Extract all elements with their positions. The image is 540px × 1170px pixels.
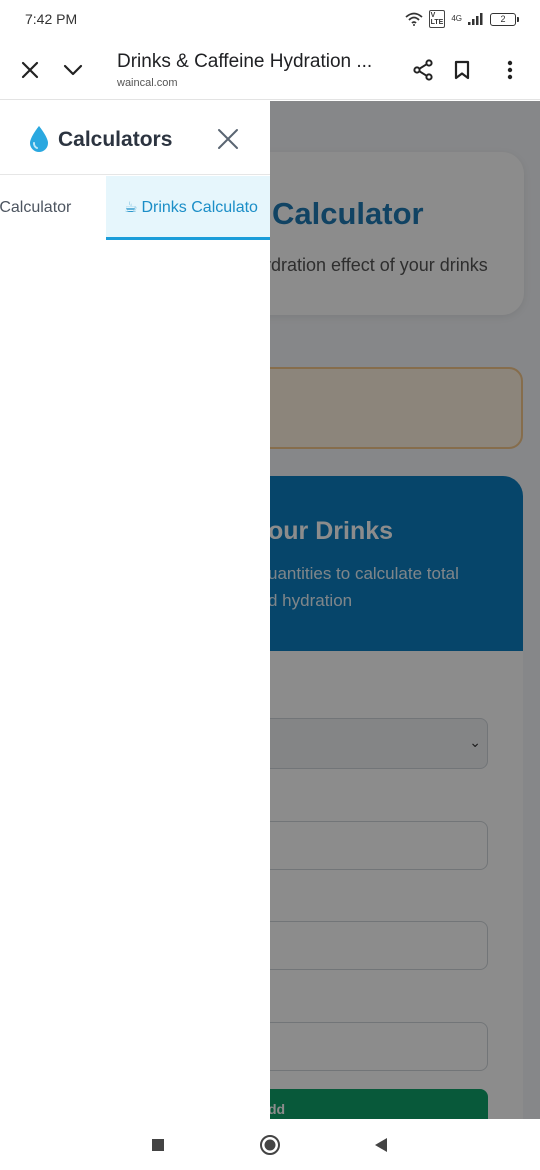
- recents-button[interactable]: [145, 1132, 171, 1158]
- tab-drinks-calculator[interactable]: ☕ Drinks Calculato: [106, 176, 270, 240]
- status-bar: 7:42 PM V LTE 4G 2: [0, 0, 540, 40]
- wifi-icon: [405, 12, 423, 26]
- system-nav-bar: [0, 1119, 540, 1170]
- status-icons: V LTE 4G 2: [405, 10, 519, 28]
- back-triangle-icon: [375, 1138, 387, 1152]
- browser-toolbar: Drinks & Caffeine Hydration ... waincal.…: [0, 40, 540, 100]
- home-button[interactable]: [257, 1132, 283, 1158]
- coffee-icon: ☕: [124, 199, 138, 216]
- signal-icon: [468, 13, 483, 25]
- network-type: 4G: [451, 14, 462, 23]
- drawer-close-button[interactable]: [214, 125, 242, 153]
- square-icon: [152, 1139, 164, 1151]
- drawer-title: Calculators: [58, 128, 173, 151]
- page-title[interactable]: Drinks & Caffeine Hydration ...: [117, 51, 372, 73]
- calculator-tabs: e Calculator ☕Drinks Calculato: [0, 176, 270, 240]
- tab-label: Drinks Calculato: [141, 199, 258, 216]
- droplet-icon: [30, 126, 48, 152]
- share-button[interactable]: [407, 54, 439, 86]
- more-options-button[interactable]: [494, 54, 526, 86]
- bookmark-icon: [454, 60, 470, 80]
- bookmark-button[interactable]: [446, 54, 478, 86]
- drawer-header: Calculators: [0, 101, 270, 175]
- share-icon: [413, 59, 433, 81]
- chevron-down-icon: [63, 64, 83, 76]
- battery-icon: 2: [490, 12, 519, 26]
- more-vert-icon: [507, 60, 513, 80]
- collapse-button[interactable]: [57, 54, 89, 86]
- page-url[interactable]: waincal.com: [117, 77, 178, 89]
- status-time: 7:42 PM: [25, 11, 78, 27]
- calculators-drawer: Calculators e Calculator ☕Drinks Calcula…: [0, 101, 270, 1119]
- back-button[interactable]: [368, 1132, 394, 1158]
- home-circle-icon: [260, 1135, 280, 1155]
- close-icon: [21, 61, 39, 79]
- close-icon: [218, 129, 238, 149]
- close-tab-button[interactable]: [14, 54, 46, 86]
- tab-label: e Calculator: [0, 199, 72, 216]
- tab-previous-calculator[interactable]: e Calculator: [0, 176, 106, 240]
- volte-icon: V LTE: [428, 10, 446, 28]
